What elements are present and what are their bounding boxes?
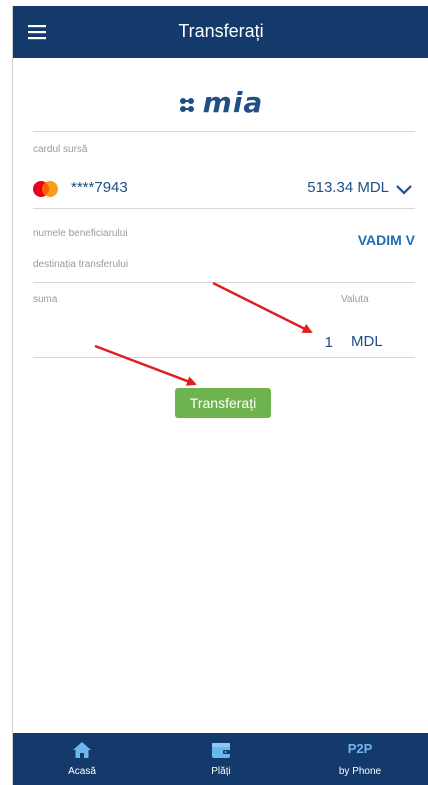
nav-tab-payments-label: Plăți bbox=[211, 766, 231, 777]
divider bbox=[33, 357, 415, 358]
logo-text: mia bbox=[202, 86, 264, 119]
beneficiary-name[interactable]: VADIM V bbox=[358, 232, 415, 248]
page-title: Transferați bbox=[178, 21, 264, 41]
divider bbox=[33, 131, 415, 132]
currency-value[interactable]: MDL bbox=[351, 333, 383, 350]
currency-label: Valuta bbox=[341, 294, 369, 305]
home-icon bbox=[72, 741, 92, 759]
wallet-icon bbox=[211, 741, 231, 759]
transfer-destination-label[interactable]: destinația transferului bbox=[33, 259, 128, 270]
chevron-down-icon[interactable] bbox=[395, 183, 413, 195]
mastercard-icon bbox=[31, 180, 61, 198]
amount-label: suma bbox=[33, 294, 58, 305]
nav-tab-p2p[interactable]: P2P by Phone bbox=[291, 733, 428, 785]
annotation-arrow-button bbox=[94, 344, 197, 386]
divider bbox=[33, 282, 415, 283]
bottom-navigation: Acasă Plăți P2P by Phone bbox=[13, 733, 428, 785]
top-app-bar: Transferați bbox=[13, 6, 428, 58]
divider bbox=[33, 208, 415, 209]
beneficiary-label: numele beneficiarului bbox=[33, 228, 128, 239]
mia-dots-logo-icon bbox=[179, 97, 199, 118]
source-card-label: cardul sursă bbox=[33, 144, 88, 155]
amount-input[interactable] bbox=[253, 331, 333, 353]
nav-tab-home[interactable]: Acasă bbox=[13, 733, 151, 785]
nav-tab-p2p-label: by Phone bbox=[338, 766, 382, 777]
annotation-arrow-amount bbox=[212, 281, 313, 334]
app-screen: Transferați mia cardul sursă ****7943 51… bbox=[12, 6, 428, 785]
p2p-icon: P2P bbox=[347, 741, 373, 756]
card-number: ****7943 bbox=[71, 179, 128, 196]
source-card-selector[interactable]: ****7943 513.34 MDL bbox=[31, 178, 415, 202]
card-balance: 513.34 MDL bbox=[307, 179, 389, 196]
nav-tab-payments[interactable]: Plăți bbox=[152, 733, 290, 785]
nav-tab-home-label: Acasă bbox=[68, 766, 96, 777]
transfer-button[interactable]: Transferați bbox=[175, 388, 271, 418]
mia-logo: mia bbox=[13, 86, 428, 119]
